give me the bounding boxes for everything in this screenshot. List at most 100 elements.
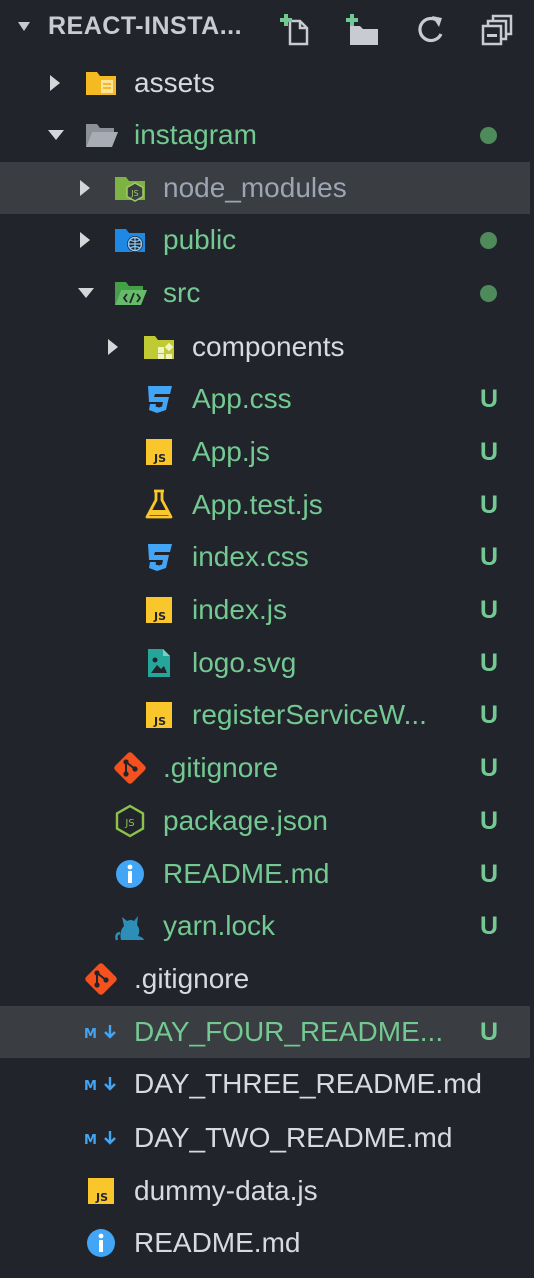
expand-arrow-icon[interactable] bbox=[50, 75, 60, 91]
refresh-button[interactable] bbox=[412, 12, 448, 48]
svg-text:JS: JS bbox=[124, 818, 134, 829]
collapse-arrow-icon[interactable] bbox=[48, 130, 64, 140]
tree-item-package-json[interactable]: JS package.json U bbox=[0, 795, 534, 847]
collapse-all-icon bbox=[481, 14, 513, 46]
css-icon bbox=[142, 382, 176, 416]
untracked-status-badge: U bbox=[480, 860, 499, 888]
tree-item-instagram[interactable]: instagram bbox=[0, 109, 534, 161]
tree-item-dummy-data-js[interactable]: JS dummy-data.js bbox=[0, 1165, 534, 1217]
tree-item-readme[interactable]: README.md U bbox=[0, 848, 534, 900]
tree-item-assets[interactable]: assets bbox=[0, 57, 534, 109]
folder-node-icon: JS bbox=[113, 171, 147, 205]
project-title[interactable]: REACT-INSTA... bbox=[48, 12, 263, 41]
svg-text:M: M bbox=[84, 1027, 97, 1042]
tree-item-label: registerServiceW... bbox=[192, 699, 427, 730]
tree-item-label: package.json bbox=[163, 805, 329, 836]
tree-item-label: App.css bbox=[192, 383, 292, 414]
tree-item-label: .gitignore bbox=[134, 963, 250, 994]
untracked-status-badge: U bbox=[480, 649, 499, 677]
js-icon: JS bbox=[142, 435, 176, 469]
tree-item-app-test-js[interactable]: App.test.js U bbox=[0, 479, 534, 531]
tree-item-label: App.js bbox=[192, 436, 270, 467]
untracked-status-badge: U bbox=[480, 596, 499, 624]
tree-item-label: logo.svg bbox=[192, 647, 297, 678]
css-icon bbox=[142, 540, 176, 574]
explorer-header[interactable]: REACT-INSTA... bbox=[0, 0, 534, 58]
svg-text:M: M bbox=[84, 1133, 97, 1148]
collapse-all-button[interactable] bbox=[478, 12, 514, 48]
tree-item-day-two-readme[interactable]: M DAY_TWO_README.md bbox=[0, 1112, 534, 1164]
tree-item-components[interactable]: components bbox=[0, 321, 534, 373]
git-icon bbox=[84, 962, 118, 996]
svg-text:JS: JS bbox=[153, 715, 166, 728]
tree-item-gitignore-root[interactable]: .gitignore bbox=[0, 953, 534, 1005]
refresh-icon bbox=[418, 16, 443, 43]
modified-dot-icon bbox=[480, 285, 497, 302]
new-file-button[interactable] bbox=[278, 12, 314, 48]
tree-item-logo-svg[interactable]: logo.svg U bbox=[0, 637, 534, 689]
svg-text:M: M bbox=[84, 1079, 97, 1094]
folder-assets-icon bbox=[84, 66, 118, 100]
tree-item-label: README.md bbox=[163, 858, 330, 889]
tree-item-node-modules[interactable]: JS node_modules bbox=[0, 162, 530, 214]
tree-item-day-four-readme[interactable]: M DAY_FOUR_README... U bbox=[0, 1006, 530, 1058]
git-icon bbox=[113, 751, 147, 785]
tree-item-label: src bbox=[163, 277, 201, 308]
file-explorer: REACT-INSTA... assets instagram JS node_… bbox=[0, 0, 534, 1278]
tree-item-label: node_modules bbox=[163, 172, 347, 203]
tree-item-label: DAY_THREE_README.md bbox=[134, 1068, 483, 1099]
tree-item-index-js[interactable]: JS index.js U bbox=[0, 584, 534, 636]
untracked-status-badge: U bbox=[480, 491, 499, 519]
expand-arrow-icon[interactable] bbox=[108, 339, 118, 355]
svg-text:JS: JS bbox=[95, 1191, 108, 1204]
new-folder-button[interactable] bbox=[344, 12, 380, 48]
untracked-status-badge: U bbox=[480, 385, 499, 413]
tree-item-label: dummy-data.js bbox=[134, 1175, 318, 1206]
tree-item-day-three-readme[interactable]: M DAY_THREE_README.md bbox=[0, 1058, 534, 1110]
expand-arrow-icon[interactable] bbox=[80, 232, 90, 248]
modified-dot-icon bbox=[480, 232, 497, 249]
tree-item-src[interactable]: src bbox=[0, 267, 534, 319]
js-icon: JS bbox=[84, 1174, 118, 1208]
tree-item-label: index.css bbox=[192, 541, 309, 572]
tree-item-label: DAY_TWO_README.md bbox=[134, 1122, 453, 1153]
untracked-status-badge: U bbox=[480, 807, 499, 835]
expand-arrow-icon[interactable] bbox=[80, 180, 90, 196]
untracked-status-badge: U bbox=[480, 543, 499, 571]
folder-public-icon bbox=[113, 223, 147, 257]
svg-text:JS: JS bbox=[153, 452, 166, 465]
new-folder-icon bbox=[346, 14, 378, 45]
modified-dot-icon bbox=[480, 127, 497, 144]
tree-item-label: App.test.js bbox=[192, 489, 323, 520]
js-icon: JS bbox=[142, 698, 176, 732]
tree-item-label: DAY_FOUR_README... bbox=[134, 1016, 444, 1047]
yarn-cat-icon bbox=[113, 909, 147, 943]
untracked-status-badge: U bbox=[480, 701, 499, 729]
js-icon: JS bbox=[142, 593, 176, 627]
tree-item-label: instagram bbox=[134, 119, 257, 150]
folder-open-icon bbox=[84, 118, 118, 152]
collapse-caret-icon[interactable] bbox=[18, 22, 30, 31]
nodejs-icon: JS bbox=[113, 804, 147, 838]
folder-src-icon bbox=[113, 276, 147, 310]
tree-item-label: assets bbox=[134, 67, 215, 98]
info-icon bbox=[84, 1226, 118, 1260]
folder-components-icon bbox=[142, 330, 176, 364]
tree-item-app-css[interactable]: App.css U bbox=[0, 373, 534, 425]
tree-item-index-css[interactable]: index.css U bbox=[0, 531, 534, 583]
tree-item-public[interactable]: public bbox=[0, 214, 534, 266]
tree-item-label: yarn.lock bbox=[163, 910, 276, 941]
tree-item-register-service-worker[interactable]: JS registerServiceW... U bbox=[0, 689, 534, 741]
collapse-arrow-icon[interactable] bbox=[78, 288, 94, 298]
tree-item-yarn-lock[interactable]: yarn.lock U bbox=[0, 900, 534, 952]
untracked-status-badge: U bbox=[480, 912, 499, 940]
tree-item-gitignore[interactable]: .gitignore U bbox=[0, 742, 534, 794]
tree-item-label: index.js bbox=[192, 594, 287, 625]
tree-item-app-js[interactable]: JS App.js U bbox=[0, 426, 534, 478]
tree-item-label: .gitignore bbox=[163, 752, 279, 783]
tree-item-readme-root[interactable]: README.md bbox=[0, 1217, 534, 1269]
new-file-icon bbox=[280, 14, 309, 46]
markdown-icon: M bbox=[84, 1121, 118, 1155]
tree-item-label: components bbox=[192, 331, 345, 362]
tree-item-label: README.md bbox=[134, 1227, 301, 1258]
